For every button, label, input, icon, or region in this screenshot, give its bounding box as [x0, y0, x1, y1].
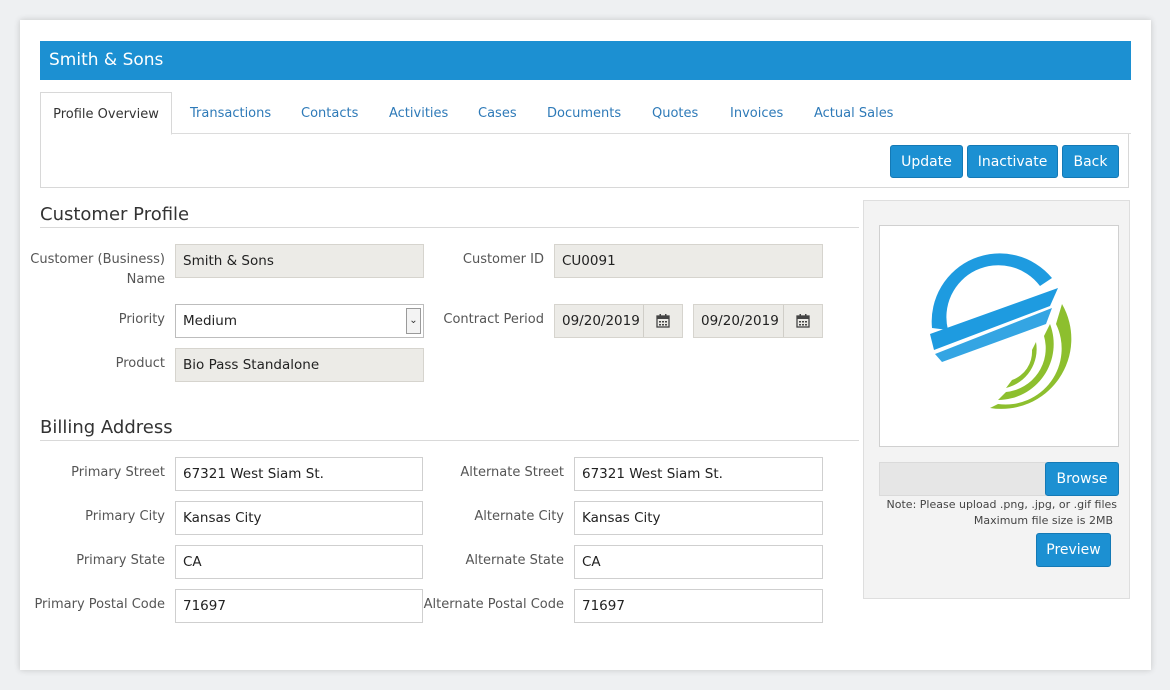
tab-actual-sales[interactable]: Actual Sales [814, 92, 893, 134]
tab-contacts[interactable]: Contacts [301, 92, 358, 134]
contract-end-value: 09/20/2019 [701, 313, 779, 329]
contract-end-field[interactable]: 09/20/2019 [693, 304, 823, 338]
alternate-postal-label: Alternate Postal Code [423, 597, 564, 612]
customer-profile-heading: Customer Profile [40, 204, 190, 225]
primary-street-label: Primary Street [71, 465, 165, 480]
product-field[interactable]: Bio Pass Standalone [175, 348, 424, 382]
inactivate-button[interactable]: Inactivate [967, 145, 1058, 178]
calendar-icon[interactable] [783, 305, 822, 337]
tab-profile-overview[interactable]: Profile Overview [40, 92, 172, 135]
contract-period-label: Contract Period [443, 312, 544, 327]
customer-name-field[interactable]: Smith & Sons [175, 244, 424, 278]
priority-selected-value: Medium [183, 313, 237, 329]
company-logo-icon [930, 253, 1072, 409]
tab-documents[interactable]: Documents [547, 92, 621, 134]
tab-transactions[interactable]: Transactions [190, 92, 271, 134]
customer-id-field[interactable]: CU0091 [554, 244, 823, 278]
tab-quotes[interactable]: Quotes [652, 92, 698, 134]
alternate-state-label: Alternate State [465, 553, 564, 568]
chevron-down-icon[interactable]: ⌄ [406, 308, 421, 334]
priority-label: Priority [118, 312, 165, 327]
upload-note: Note: Please upload .png, .jpg, or .gif … [886, 498, 1117, 511]
contract-start-field[interactable]: 09/20/2019 [554, 304, 683, 338]
tab-activities[interactable]: Activities [389, 92, 448, 134]
product-label: Product [115, 356, 165, 371]
primary-postal-label: Primary Postal Code [34, 597, 165, 612]
alternate-state-input[interactable]: CA [574, 545, 823, 579]
alternate-city-input[interactable]: Kansas City [574, 501, 823, 535]
customer-name-label: Customer (Business) Name [30, 252, 165, 287]
update-button[interactable]: Update [890, 145, 963, 178]
preview-button[interactable]: Preview [1036, 533, 1111, 567]
primary-street-input[interactable]: 67321 West Siam St. [175, 457, 423, 491]
primary-state-input[interactable]: CA [175, 545, 423, 579]
alternate-street-label: Alternate Street [460, 465, 564, 480]
primary-postal-input[interactable]: 71697 [175, 589, 423, 623]
action-toolbar [40, 134, 1129, 188]
page-title: Smith & Sons [40, 41, 1131, 80]
calendar-icon[interactable] [643, 305, 682, 337]
section-divider [40, 440, 859, 441]
tab-invoices[interactable]: Invoices [730, 92, 783, 134]
contract-start-value: 09/20/2019 [562, 313, 640, 329]
file-upload-field[interactable] [879, 462, 1046, 496]
alternate-city-label: Alternate City [474, 509, 564, 524]
priority-select[interactable]: Medium ⌄ [175, 304, 424, 338]
upload-size-note: Maximum file size is 2MB [973, 514, 1113, 527]
customer-id-label: Customer ID [462, 252, 544, 267]
billing-address-heading: Billing Address [40, 417, 173, 438]
logo-preview-box [879, 225, 1119, 447]
section-divider [40, 227, 859, 228]
tab-bar: Profile Overview Transactions Contacts A… [40, 92, 1131, 135]
primary-city-input[interactable]: Kansas City [175, 501, 423, 535]
tab-cases[interactable]: Cases [478, 92, 517, 134]
primary-city-label: Primary City [85, 509, 165, 524]
alternate-street-input[interactable]: 67321 West Siam St. [574, 457, 823, 491]
back-button[interactable]: Back [1062, 145, 1119, 178]
browse-button[interactable]: Browse [1045, 462, 1119, 496]
primary-state-label: Primary State [76, 553, 165, 568]
alternate-postal-input[interactable]: 71697 [574, 589, 823, 623]
